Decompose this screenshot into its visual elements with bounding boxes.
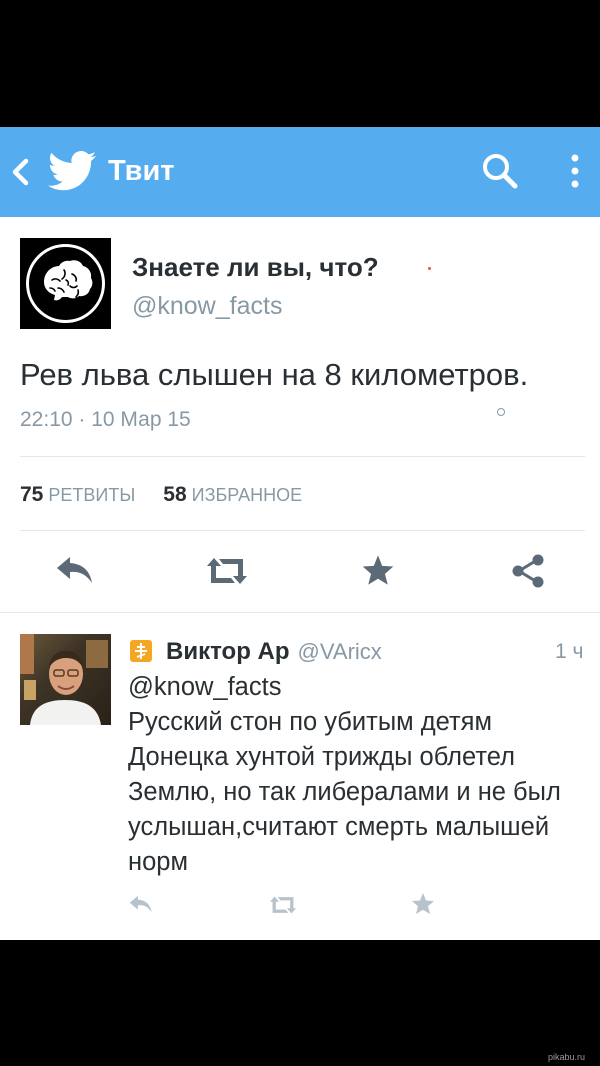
twitter-bird-icon xyxy=(48,151,96,191)
reply-author-avatar[interactable] xyxy=(20,634,111,725)
tweet-detail: Знаете ли вы, что? @know_facts Рев льва … xyxy=(0,217,600,940)
retweets-count[interactable]: 75 xyxy=(20,483,43,506)
watermark: pikabu.ru xyxy=(548,1052,586,1062)
share-icon[interactable] xyxy=(510,553,546,589)
retweets-label[interactable]: РЕТВИТЫ xyxy=(48,485,135,505)
divider xyxy=(20,456,585,457)
tweet-timestamp: 22:10 · 10 Мар 15 xyxy=(20,408,191,431)
reply-text: Русский стон по убитым детям Донецка хун… xyxy=(128,708,561,876)
retweet-icon[interactable] xyxy=(268,895,298,915)
star-icon[interactable] xyxy=(411,892,435,915)
favorites-count[interactable]: 58 xyxy=(163,483,186,506)
reply-body: @know_facts Русский стон по убитым детям… xyxy=(128,670,590,880)
reply-author-handle[interactable]: @VAricx xyxy=(298,639,382,665)
author-name[interactable]: Знаете ли вы, что? xyxy=(132,252,379,283)
author-avatar[interactable] xyxy=(20,238,111,329)
decorative-ring xyxy=(497,408,505,416)
favorites-label[interactable]: ИЗБРАННОЕ xyxy=(192,485,302,505)
search-icon[interactable] xyxy=(480,151,520,191)
divider xyxy=(0,612,600,613)
chevron-left-icon[interactable] xyxy=(10,157,32,187)
orthodox-cross-icon xyxy=(130,640,152,662)
header-title: Твит xyxy=(108,155,175,187)
star-icon[interactable] xyxy=(361,554,395,586)
reply-mention[interactable]: @know_facts xyxy=(128,670,590,705)
brain-icon xyxy=(26,244,105,323)
reply-header: Виктор Ар @VAricx xyxy=(130,637,382,666)
retweet-icon[interactable] xyxy=(204,556,250,586)
reply-icon[interactable] xyxy=(55,554,95,586)
more-vertical-icon[interactable] xyxy=(562,151,588,191)
app-header: Твит xyxy=(0,127,600,217)
reply-time: 1 ч xyxy=(555,640,584,663)
divider xyxy=(20,530,585,531)
author-handle[interactable]: @know_facts xyxy=(132,292,282,321)
top-black-area xyxy=(0,0,600,127)
decorative-dot xyxy=(428,267,431,270)
tweet-text: Рев льва слышен на 8 километров. xyxy=(20,357,529,392)
tweet-stats: 75 РЕТВИТЫ 58 ИЗБРАННОЕ xyxy=(20,483,302,507)
reply-icon[interactable] xyxy=(128,894,154,914)
reply-author-name[interactable]: Виктор Ар xyxy=(166,638,290,666)
bottom-black-area xyxy=(0,940,600,1066)
